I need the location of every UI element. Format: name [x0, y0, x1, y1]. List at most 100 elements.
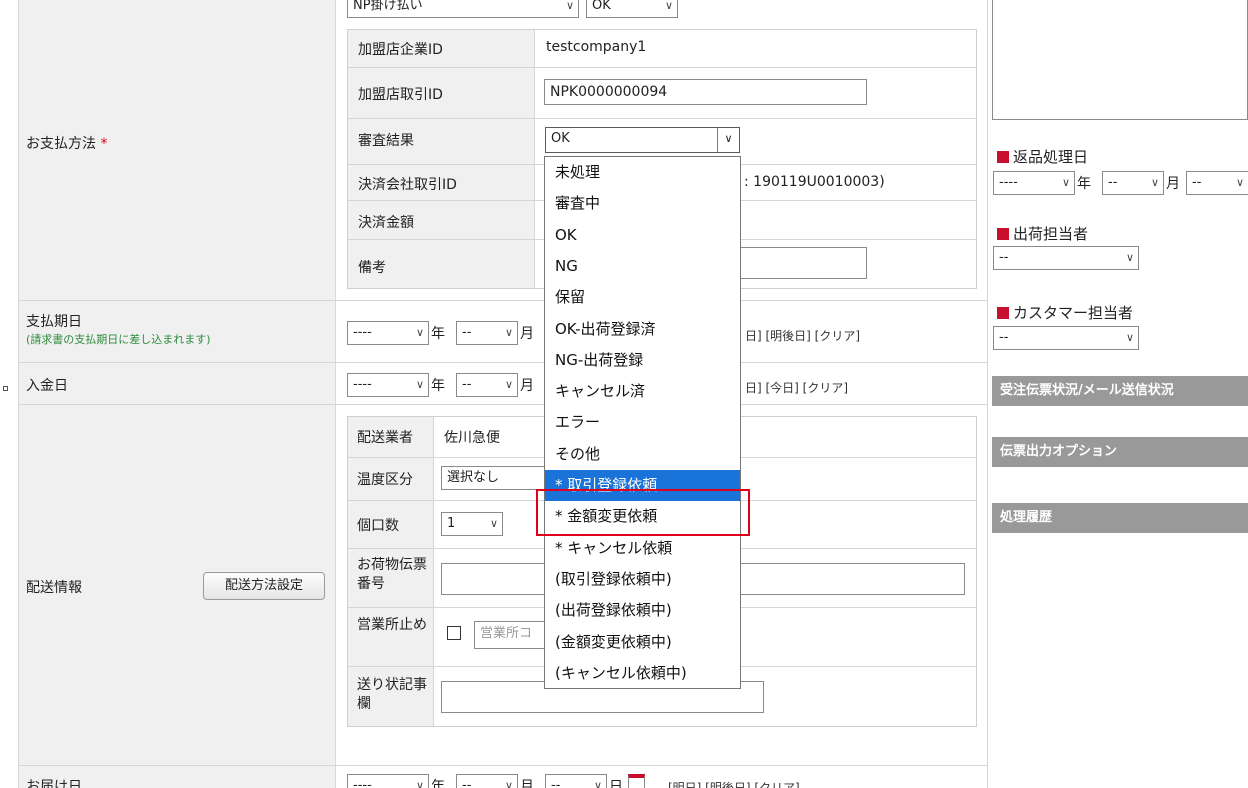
chevron-down-icon: ∨	[565, 0, 574, 12]
shipper-value: --	[999, 250, 1009, 265]
customer-rep-label: カスタマー担当者	[997, 302, 1133, 323]
delivery-year-select[interactable]: ---- ∨	[347, 774, 429, 788]
delivery-month-unit: 月	[520, 779, 534, 788]
payment-method-value: NP掛け払い	[353, 0, 423, 13]
dropdown-option[interactable]: キャンセル済	[545, 376, 740, 407]
section-history[interactable]: 処理履歴	[992, 503, 1248, 533]
dropdown-option[interactable]: * キャンセル依頼	[545, 533, 740, 564]
section-slip-options[interactable]: 伝票出力オプション	[992, 437, 1248, 467]
settlement-txn-id-label: 決済会社取引ID	[358, 177, 457, 193]
required-square-icon	[997, 307, 1009, 319]
carrier-label: 配送業者	[357, 430, 413, 446]
delivery-date-quick-links[interactable]: [明日] [明後日] [クリア]	[668, 779, 800, 788]
payment-status-select[interactable]: OK ∨	[586, 0, 678, 18]
package-count-label: 個口数	[357, 518, 399, 534]
delivery-day-select[interactable]: -- ∨	[545, 774, 607, 788]
section-slip-options-title: 伝票出力オプション	[1000, 444, 1118, 459]
deposit-month-value: --	[462, 377, 472, 392]
deposit-date-label: 入金日	[26, 378, 68, 394]
dropdown-option[interactable]: 審査中	[545, 188, 740, 219]
merchant-company-id-label: 加盟店企業ID	[358, 42, 443, 58]
customer-rep-select[interactable]: -- ∨	[993, 326, 1139, 350]
dropdown-option[interactable]: (取引登録依頼中)	[545, 564, 740, 595]
due-year-select[interactable]: ---- ∨	[347, 321, 429, 345]
shipping-settings-button-label: 配送方法設定	[224, 578, 303, 593]
delivery-date-label: お届け日	[26, 779, 82, 788]
chevron-down-icon: ∨	[1125, 331, 1134, 344]
chevron-down-icon: ∨	[1150, 176, 1159, 189]
section-order-status[interactable]: 受注伝票状況/メール送信状況	[992, 376, 1248, 406]
office-code-input[interactable]: 営業所コ	[474, 621, 546, 649]
payment-method-label: お支払方法 *	[26, 133, 107, 153]
payment-status-value: OK	[592, 0, 611, 13]
payment-label-text: お支払方法	[26, 136, 96, 152]
dropdown-option[interactable]: その他	[545, 439, 740, 470]
shipping-settings-button[interactable]: 配送方法設定	[203, 572, 325, 600]
dropdown-option[interactable]: エラー	[545, 407, 740, 438]
chevron-down-icon: ∨	[504, 326, 513, 339]
chevron-down-icon: ∨	[717, 128, 739, 152]
due-year-value: ----	[353, 325, 372, 340]
deposit-date-quick-links[interactable]: 日] [今日] [クリア]	[745, 379, 848, 396]
required-square-icon	[997, 228, 1009, 240]
return-year-value: ----	[999, 175, 1018, 190]
calendar-icon[interactable]	[628, 774, 645, 788]
review-result-select[interactable]: OK ∨	[545, 127, 740, 153]
chevron-down-icon: ∨	[1061, 176, 1070, 189]
office-hold-checkbox[interactable]	[447, 626, 461, 640]
deposit-month-select[interactable]: -- ∨	[456, 373, 518, 397]
return-day-select[interactable]: -- ∨	[1186, 171, 1248, 195]
dropdown-option[interactable]: 保留	[545, 282, 740, 313]
dropdown-option[interactable]: NG	[545, 251, 740, 282]
deposit-year-select[interactable]: ---- ∨	[347, 373, 429, 397]
temperature-select[interactable]: 選択なし	[441, 466, 551, 490]
row-marker-icon	[3, 386, 8, 391]
review-result-label: 審査結果	[358, 133, 414, 149]
right-memo-box[interactable]	[992, 0, 1248, 120]
return-year-select[interactable]: ---- ∨	[993, 171, 1075, 195]
payment-method-select[interactable]: NP掛け払い ∨	[347, 0, 579, 18]
delivery-month-select[interactable]: -- ∨	[456, 774, 518, 788]
review-result-dropdown-list[interactable]: 未処理 審査中 OK NG 保留 OK-出荷登録済 NG-出荷登録 キャンセル済 エラー その他 *…	[544, 156, 741, 689]
dropdown-option[interactable]: OK	[545, 220, 740, 251]
dropdown-option[interactable]: (キャンセル依頼中)	[545, 658, 740, 689]
return-date-label-text: 返品処理日	[1013, 148, 1089, 166]
return-year-unit: 年	[1077, 176, 1091, 192]
invoice-remarks-label: 送り状記事欄	[357, 677, 427, 712]
dropdown-option[interactable]: OK-出荷登録済	[545, 314, 740, 345]
dropdown-option[interactable]: NG-出荷登録	[545, 345, 740, 376]
deposit-year-unit: 年	[431, 378, 445, 394]
required-mark: *	[100, 136, 108, 152]
deposit-month-unit: 月	[520, 378, 534, 394]
merchant-txn-id-label: 加盟店取引ID	[358, 87, 443, 103]
delivery-day-value: --	[551, 778, 561, 788]
notes-label: 備考	[358, 260, 386, 276]
office-code-placeholder: 営業所コ	[480, 626, 533, 641]
due-date-quick-links[interactable]: 日] [明後日] [クリア]	[745, 327, 860, 344]
customer-rep-value: --	[999, 330, 1009, 345]
chevron-down-icon: ∨	[593, 779, 602, 788]
highlight-box	[536, 489, 750, 536]
return-month-select[interactable]: -- ∨	[1102, 171, 1164, 195]
shipper-select[interactable]: -- ∨	[993, 246, 1139, 270]
delivery-month-value: --	[462, 778, 472, 788]
return-date-label: 返品処理日	[997, 146, 1088, 167]
review-result-value: OK	[551, 131, 570, 146]
shipper-label: 出荷担当者	[997, 223, 1088, 244]
package-count-select[interactable]: 1 ∨	[441, 512, 503, 536]
shipper-label-text: 出荷担当者	[1013, 225, 1089, 243]
settlement-txn-id-value: : 190119U0010003)	[744, 174, 885, 190]
due-date-note: (請求書の支払期日に差し込まれます)	[26, 333, 211, 346]
chevron-down-icon: ∨	[415, 326, 424, 339]
due-month-select[interactable]: -- ∨	[456, 321, 518, 345]
chevron-down-icon: ∨	[489, 517, 498, 530]
return-month-unit: 月	[1166, 176, 1180, 192]
merchant-txn-id-input[interactable]: NPK0000000094	[544, 79, 867, 105]
dropdown-option[interactable]: 未処理	[545, 157, 740, 188]
section-history-title: 処理履歴	[1000, 510, 1053, 525]
deposit-year-value: ----	[353, 377, 372, 392]
merchant-txn-id-value: NPK0000000094	[550, 84, 668, 100]
delivery-year-value: ----	[353, 778, 372, 788]
dropdown-option[interactable]: (出荷登録依頼中)	[545, 595, 740, 626]
dropdown-option[interactable]: (金額変更依頼中)	[545, 627, 740, 658]
